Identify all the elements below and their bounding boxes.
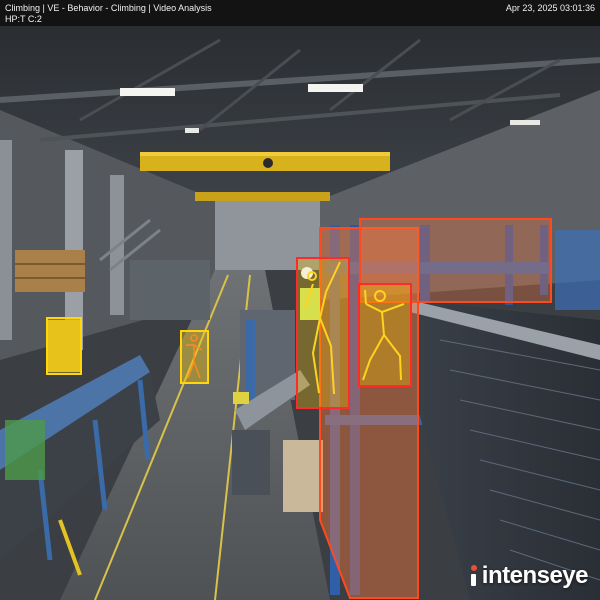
camera-status: HP:T C:2	[5, 14, 42, 24]
ceiling-light	[510, 120, 540, 125]
ceiling-light	[120, 88, 175, 96]
timestamp: Apr 23, 2025 03:01:36	[505, 3, 595, 13]
overhead-crane-far	[195, 192, 330, 201]
ceiling-light	[308, 84, 363, 92]
logo-text: intenseye	[481, 562, 589, 589]
pallet-stack	[15, 250, 85, 292]
boxes	[283, 440, 323, 512]
person-detection-box[interactable]	[296, 257, 350, 409]
video-header: Climbing | VE - Behavior - Climbing | Vi…	[0, 0, 600, 26]
cart	[232, 430, 270, 495]
ceiling-light	[185, 128, 199, 133]
column	[0, 140, 12, 340]
crane-hazard-sign	[263, 158, 273, 168]
detection-box-sign[interactable]	[46, 317, 82, 375]
logo-icon	[469, 565, 479, 587]
machinery	[130, 260, 210, 320]
intenseye-logo: intenseye	[469, 562, 589, 590]
machinery-blue-post	[245, 320, 255, 400]
yellow-bin	[233, 392, 249, 404]
warehouse-scene	[0, 26, 600, 600]
video-frame: Climbing | VE - Behavior - Climbing | Vi…	[0, 0, 600, 600]
green-equipment	[5, 420, 45, 480]
rack-far-right	[555, 230, 600, 310]
video-title: Climbing | VE - Behavior - Climbing | Vi…	[5, 3, 212, 13]
overhead-crane-top	[140, 152, 390, 156]
